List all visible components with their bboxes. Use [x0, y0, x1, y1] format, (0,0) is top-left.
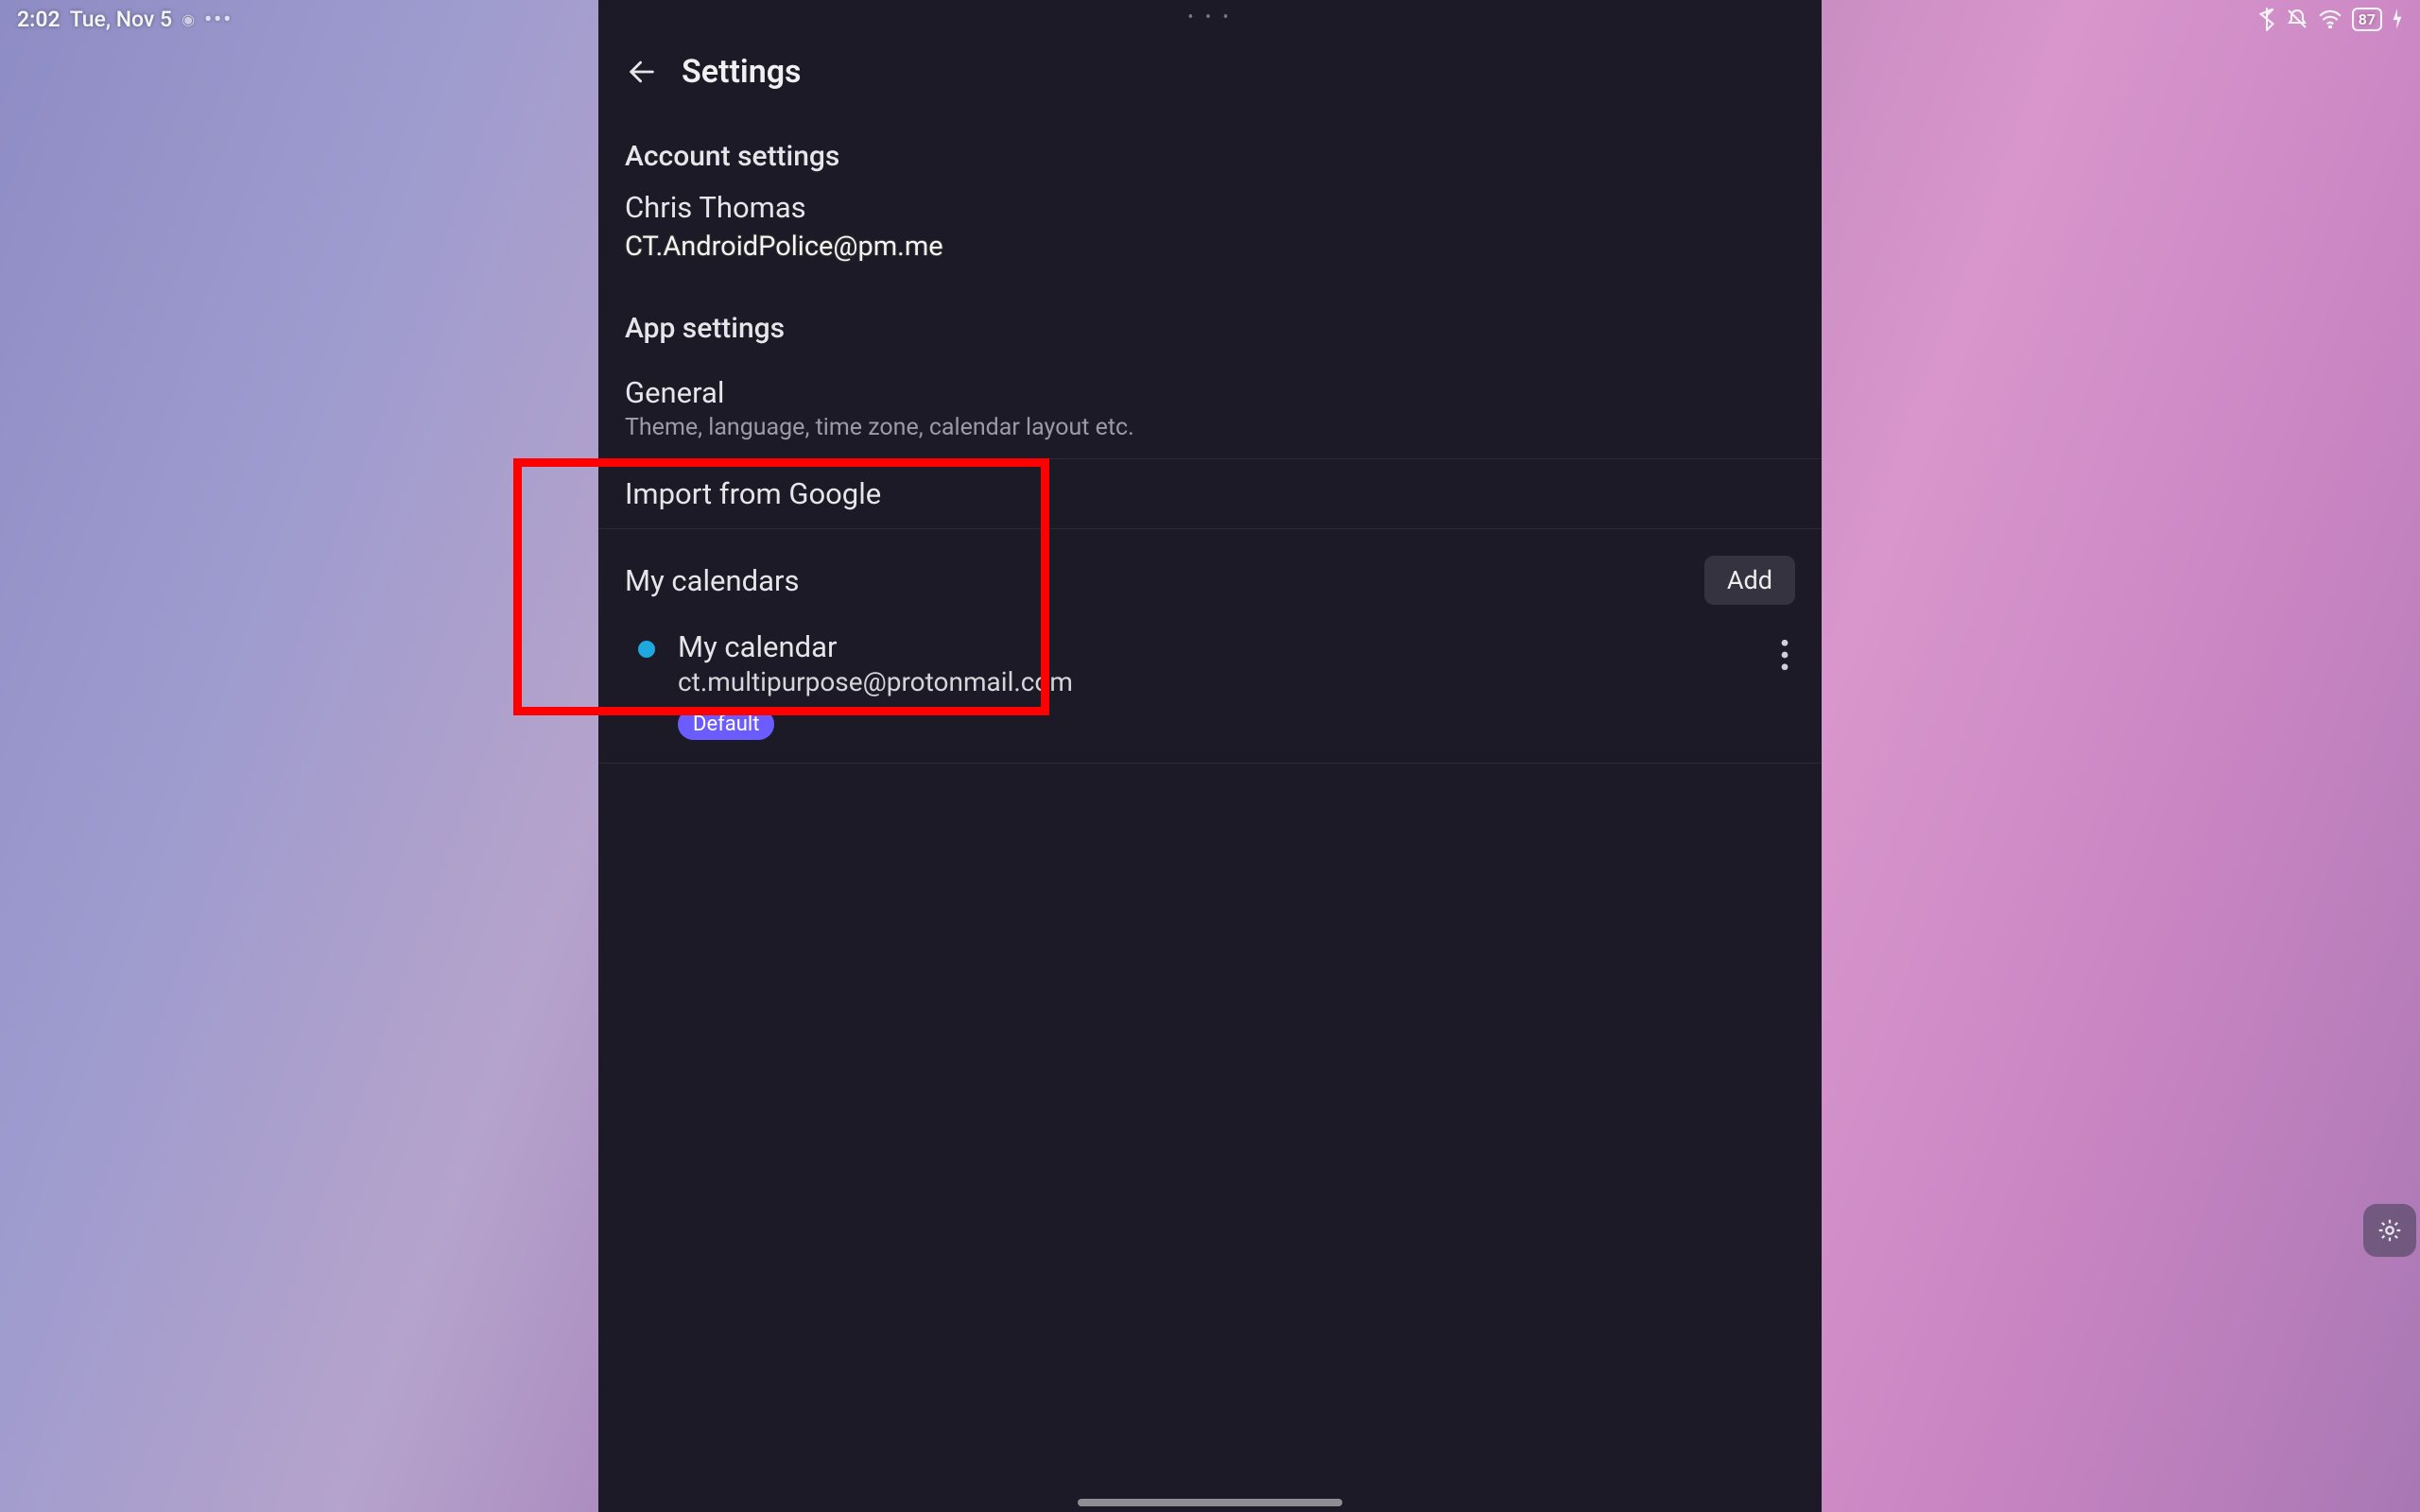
calendar-color-dot [638, 641, 655, 658]
import-title: Import from Google [625, 476, 1795, 511]
page-title: Settings [682, 53, 802, 91]
status-more-icon: ••• [204, 7, 233, 32]
kebab-icon [1780, 639, 1789, 671]
app-settings-heading: App settings [598, 291, 1822, 358]
default-badge: Default [678, 709, 774, 740]
back-button[interactable] [625, 55, 659, 89]
status-date: Tue, Nov 5 [70, 7, 172, 32]
bluetooth-icon [2257, 7, 2276, 31]
my-calendars-header: My calendars Add [598, 529, 1822, 610]
sparkle-icon [2376, 1216, 2404, 1245]
mute-icon [2286, 8, 2308, 30]
account-settings-heading: Account settings [598, 119, 1822, 186]
import-from-google-row[interactable]: Import from Google [598, 459, 1822, 529]
status-notification-icon: ◉ [182, 10, 195, 28]
account-name[interactable]: Chris Thomas [598, 186, 1822, 229]
tablet-home-screen: 2:02 Tue, Nov 5 ◉ ••• 87 • • • [0, 0, 2420, 1512]
status-bar: 2:02 Tue, Nov 5 ◉ ••• 87 [0, 0, 2420, 38]
calendar-email: ct.multipurpose@protonmail.com [678, 666, 1774, 697]
arrow-left-icon [626, 56, 658, 88]
status-time: 2:02 [17, 7, 60, 32]
add-calendar-button[interactable]: Add [1704, 556, 1795, 605]
general-settings-row[interactable]: General Theme, language, time zone, cale… [598, 358, 1822, 459]
calendar-item[interactable]: My calendar ct.multipurpose@protonmail.c… [598, 610, 1822, 764]
wifi-icon [2318, 9, 2342, 28]
calendar-name: My calendar [678, 629, 1774, 664]
app-header: Settings [598, 34, 1822, 119]
general-subtitle: Theme, language, time zone, calendar lay… [625, 414, 1795, 441]
battery-percent: 87 [2359, 10, 2376, 28]
calendar-overflow-button[interactable] [1774, 629, 1795, 684]
my-calendars-heading: My calendars [625, 563, 1704, 598]
charging-icon [2392, 9, 2403, 29]
gesture-nav-pill[interactable] [1078, 1499, 1342, 1506]
edge-panel-handle[interactable] [2363, 1204, 2416, 1257]
general-title: General [625, 375, 1795, 410]
account-email: CT.AndroidPolice@pm.me [598, 229, 1822, 291]
battery-icon: 87 [2352, 8, 2382, 31]
settings-window: • • • Settings Account settings Chris Th… [598, 0, 1822, 1512]
